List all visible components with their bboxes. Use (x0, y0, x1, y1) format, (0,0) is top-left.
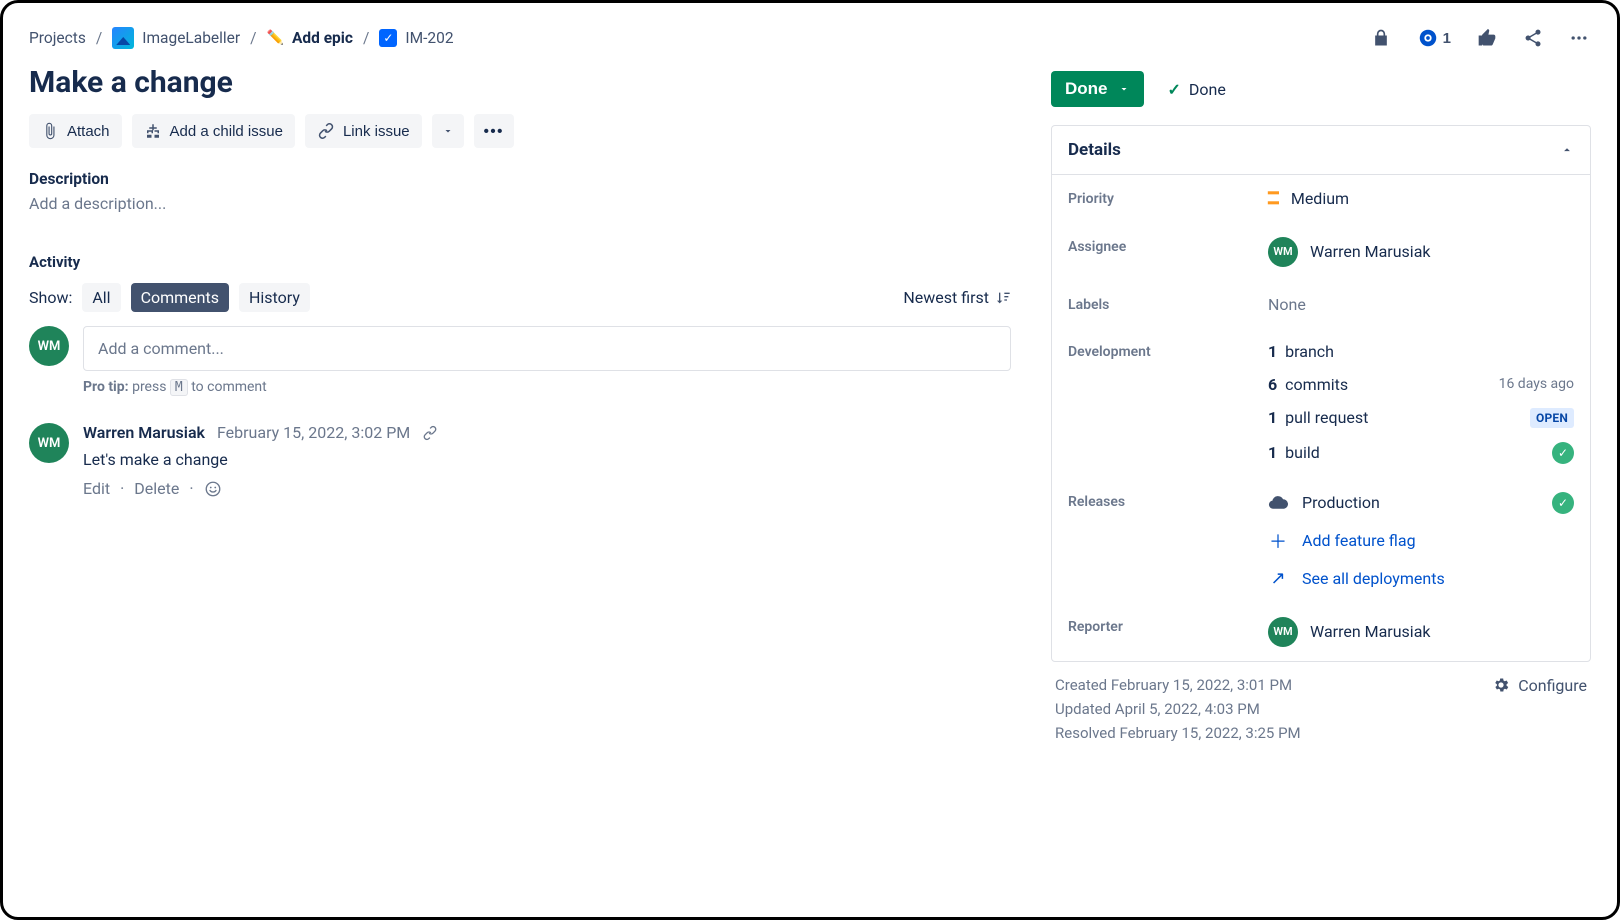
comment-edit[interactable]: Edit (83, 479, 110, 498)
breadcrumb-add-epic[interactable]: ✏️ Add epic (267, 29, 353, 47)
vote-icon[interactable] (1475, 26, 1499, 50)
releases-label: Releases (1068, 492, 1268, 510)
link-issue-caret[interactable] (432, 114, 464, 148)
dev-branch[interactable]: 1 branch (1268, 342, 1574, 361)
check-icon: ✓ (1168, 80, 1181, 99)
comment-timestamp: February 15, 2022, 3:02 PM (217, 423, 410, 442)
subtask-icon (144, 122, 162, 140)
labels-value[interactable]: None (1268, 295, 1574, 314)
plus-icon: ＋ (1268, 528, 1288, 554)
check-circle-icon: ✓ (1552, 442, 1574, 464)
add-child-button[interactable]: Add a child issue (132, 114, 295, 148)
add-reaction-icon[interactable] (204, 480, 222, 498)
permalink-icon[interactable] (422, 425, 438, 441)
more-icon[interactable] (1567, 26, 1591, 50)
status-badge: OPEN (1530, 408, 1574, 428)
link-icon (317, 122, 335, 140)
comment-item: WM Warren Marusiak February 15, 2022, 3:… (29, 423, 1011, 498)
comment-author[interactable]: Warren Marusiak (83, 423, 205, 442)
attach-button[interactable]: Attach (29, 114, 122, 148)
configure-button[interactable]: Configure (1492, 676, 1587, 695)
chevron-down-icon (1118, 83, 1130, 95)
comment-delete[interactable]: Delete (134, 479, 179, 498)
activity-label: Activity (29, 253, 1011, 271)
sort-toggle[interactable]: Newest first (903, 288, 1011, 307)
priority-medium-icon: ━━ (1268, 189, 1279, 209)
tab-comments[interactable]: Comments (131, 283, 229, 312)
show-label: Show: (29, 288, 72, 307)
status-button[interactable]: Done (1051, 71, 1144, 107)
link-issue-button[interactable]: Link issue (305, 114, 422, 148)
chevron-up-icon (1560, 143, 1574, 157)
labels-label: Labels (1068, 295, 1268, 313)
issue-title[interactable]: Make a change (29, 65, 1011, 100)
pencil-icon: ✏️ (267, 30, 284, 46)
chevron-down-icon (442, 125, 454, 137)
details-panel: Details Priority ━━ Medium Assignee WM W… (1051, 125, 1591, 662)
description-placeholder[interactable]: Add a description... (29, 194, 1011, 213)
tab-all[interactable]: All (82, 283, 120, 312)
dev-build[interactable]: 1 build ✓ (1268, 442, 1574, 464)
gear-icon (1492, 676, 1510, 694)
see-all-deployments[interactable]: ↗ See all deployments (1268, 568, 1574, 589)
release-production[interactable]: Production ✓ (1268, 492, 1574, 514)
reporter-label: Reporter (1068, 617, 1268, 635)
priority-value[interactable]: ━━ Medium (1268, 189, 1574, 209)
arrow-up-right-icon: ↗ (1268, 568, 1288, 589)
project-icon (112, 27, 134, 49)
sort-icon (995, 290, 1011, 306)
description-label: Description (29, 170, 1011, 188)
add-feature-flag[interactable]: ＋ Add feature flag (1268, 528, 1574, 554)
comment-input[interactable]: Add a comment... (83, 326, 1011, 371)
lock-icon[interactable] (1369, 26, 1393, 50)
avatar: WM (1268, 237, 1298, 267)
avatar: WM (1268, 617, 1298, 647)
assignee-label: Assignee (1068, 237, 1268, 255)
paperclip-icon (41, 122, 59, 140)
created-date: Created February 15, 2022, 3:01 PM (1055, 676, 1301, 694)
breadcrumb-issue[interactable]: ✓ IM-202 (379, 29, 453, 47)
watchers-button[interactable]: 1 (1415, 25, 1453, 51)
breadcrumb-project[interactable]: ImageLabeller (112, 27, 240, 49)
breadcrumb-projects[interactable]: Projects (29, 29, 86, 47)
cloud-icon (1268, 493, 1288, 513)
task-icon: ✓ (379, 29, 397, 47)
dev-pull-request[interactable]: 1 pull request OPEN (1268, 408, 1574, 428)
comment-body: Let's make a change (83, 450, 438, 469)
tab-history[interactable]: History (239, 283, 310, 312)
assignee-value[interactable]: WM Warren Marusiak (1268, 237, 1574, 267)
breadcrumb: Projects / ImageLabeller / ✏️ Add epic /… (29, 27, 454, 49)
priority-label: Priority (1068, 189, 1268, 207)
avatar: WM (29, 326, 69, 366)
avatar: WM (29, 423, 69, 463)
check-circle-icon: ✓ (1552, 492, 1574, 514)
share-icon[interactable] (1521, 26, 1545, 50)
resolution-label: ✓ Done (1168, 80, 1226, 99)
details-header[interactable]: Details (1052, 126, 1590, 175)
toolbar-more-button[interactable]: ••• (474, 114, 514, 148)
development-label: Development (1068, 342, 1268, 360)
updated-date: Updated April 5, 2022, 4:03 PM (1055, 700, 1301, 718)
dev-commits[interactable]: 6 commits 16 days ago (1268, 375, 1574, 394)
resolved-date: Resolved February 15, 2022, 3:25 PM (1055, 724, 1301, 742)
protip: Pro tip: press M to comment (83, 379, 1011, 395)
reporter-value[interactable]: WM Warren Marusiak (1268, 617, 1574, 647)
